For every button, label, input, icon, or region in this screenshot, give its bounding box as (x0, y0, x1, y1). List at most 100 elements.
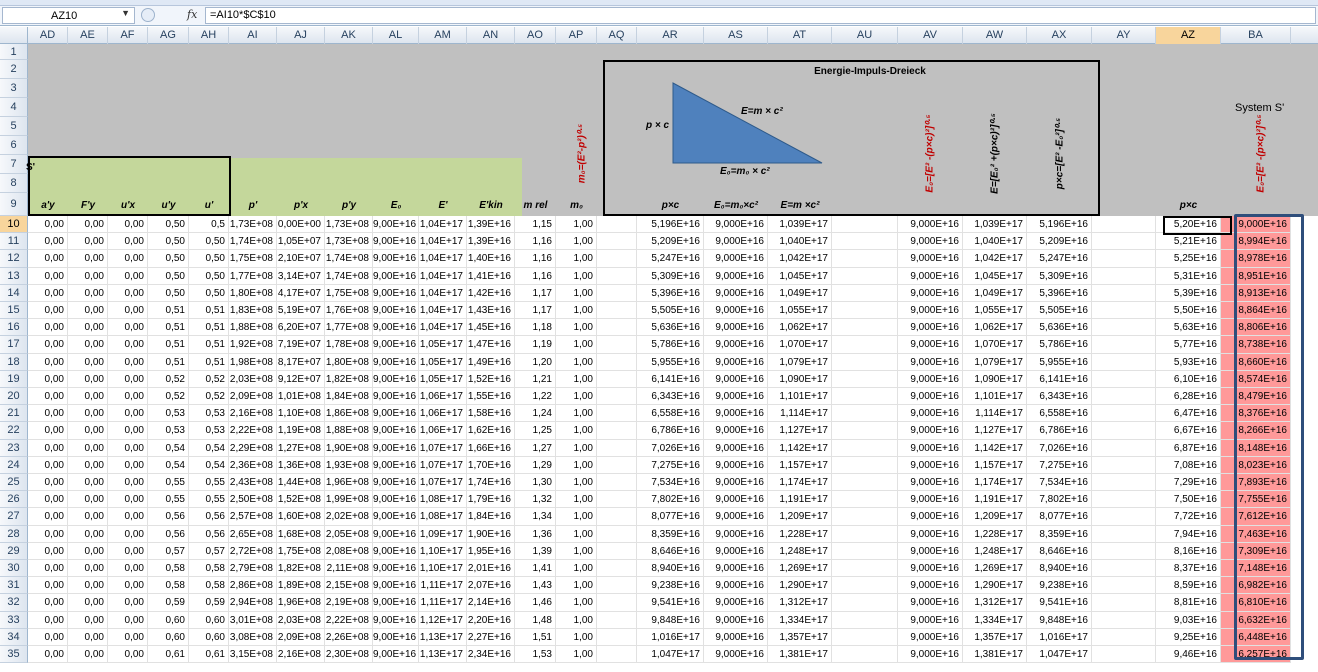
cell-ap30[interactable]: 1,00 (556, 560, 597, 578)
cell-ah15[interactable]: 0,51 (189, 302, 229, 320)
cell-au24[interactable] (832, 456, 898, 474)
cell-ap20[interactable]: 1,00 (556, 388, 597, 406)
cell-az15[interactable]: 5,50E+16 (1156, 302, 1221, 320)
cell-ax12[interactable]: 5,247E+16 (1027, 250, 1092, 268)
row-header-16[interactable]: 16 (0, 319, 28, 337)
cell-ao25[interactable]: 1,30 (515, 474, 556, 492)
cell-aw31[interactable]: 1,290E+17 (963, 577, 1027, 595)
cell-ak31[interactable]: 2,15E+08 (325, 577, 373, 595)
column-header-am[interactable]: AM (419, 27, 467, 44)
cell-ad18[interactable]: 0,00 (28, 353, 68, 371)
cell-ag23[interactable]: 0,54 (148, 439, 189, 457)
cell-an12[interactable]: 1,40E+16 (467, 250, 515, 268)
cell-am23[interactable]: 1,07E+17 (419, 439, 467, 457)
cell-ay16[interactable] (1092, 319, 1156, 337)
cell-an21[interactable]: 1,58E+16 (467, 405, 515, 423)
cell-au22[interactable] (832, 422, 898, 440)
cell-ai31[interactable]: 2,86E+08 (229, 577, 277, 595)
cell-ai11[interactable]: 1,74E+08 (229, 233, 277, 251)
cell-az25[interactable]: 7,29E+16 (1156, 474, 1221, 492)
cell-am31[interactable]: 1,11E+17 (419, 577, 467, 595)
cell-aw18[interactable]: 1,079E+17 (963, 353, 1027, 371)
cell-ah17[interactable]: 0,51 (189, 336, 229, 354)
cell-ak28[interactable]: 2,05E+08 (325, 525, 373, 543)
cell-ax26[interactable]: 7,802E+16 (1027, 491, 1092, 509)
cell-am27[interactable]: 1,08E+17 (419, 508, 467, 526)
cell-at31[interactable]: 1,290E+17 (768, 577, 832, 595)
cell-ao23[interactable]: 1,27 (515, 439, 556, 457)
cell-ak29[interactable]: 2,08E+08 (325, 542, 373, 560)
cell-ak34[interactable]: 2,26E+08 (325, 628, 373, 646)
cell-al22[interactable]: 9,00E+16 (373, 422, 419, 440)
cell-av13[interactable]: 9,000E+16 (898, 267, 963, 285)
cell-af19[interactable]: 0,00 (108, 370, 148, 388)
cell-ay28[interactable] (1092, 525, 1156, 543)
cell-ar33[interactable]: 9,848E+16 (637, 611, 704, 629)
cell-ax30[interactable]: 8,940E+16 (1027, 560, 1092, 578)
row-header-27[interactable]: 27 (0, 508, 28, 526)
cell-ao11[interactable]: 1,16 (515, 233, 556, 251)
cell-ah32[interactable]: 0,59 (189, 594, 229, 612)
cell-at30[interactable]: 1,269E+17 (768, 560, 832, 578)
cell-ae23[interactable]: 0,00 (68, 439, 108, 457)
cell-ae24[interactable]: 0,00 (68, 456, 108, 474)
cell-ae31[interactable]: 0,00 (68, 577, 108, 595)
cell-ag30[interactable]: 0,58 (148, 560, 189, 578)
cell-al18[interactable]: 9,00E+16 (373, 353, 419, 371)
cell-as33[interactable]: 9,000E+16 (704, 611, 768, 629)
cell-ag15[interactable]: 0,51 (148, 302, 189, 320)
cell-af32[interactable]: 0,00 (108, 594, 148, 612)
cell-aq30[interactable] (597, 560, 637, 578)
cell-ag27[interactable]: 0,56 (148, 508, 189, 526)
cell-aq34[interactable] (597, 628, 637, 646)
cell-ah31[interactable]: 0,58 (189, 577, 229, 595)
cell-ag17[interactable]: 0,51 (148, 336, 189, 354)
cell-an24[interactable]: 1,70E+16 (467, 456, 515, 474)
cell-ax22[interactable]: 6,786E+16 (1027, 422, 1092, 440)
cell-as25[interactable]: 9,000E+16 (704, 474, 768, 492)
cell-as12[interactable]: 9,000E+16 (704, 250, 768, 268)
cell-aq17[interactable] (597, 336, 637, 354)
cell-aj19[interactable]: 9,12E+07 (277, 370, 325, 388)
cell-at33[interactable]: 1,334E+17 (768, 611, 832, 629)
cell-ag13[interactable]: 0,50 (148, 267, 189, 285)
cell-aw34[interactable]: 1,357E+17 (963, 628, 1027, 646)
cell-at29[interactable]: 1,248E+17 (768, 542, 832, 560)
column-header-aq[interactable]: AQ (597, 27, 637, 44)
cell-ak11[interactable]: 1,73E+08 (325, 233, 373, 251)
cell-as30[interactable]: 9,000E+16 (704, 560, 768, 578)
cell-as28[interactable]: 9,000E+16 (704, 525, 768, 543)
row-header-31[interactable]: 31 (0, 577, 28, 595)
cell-al31[interactable]: 9,00E+16 (373, 577, 419, 595)
cell-aj11[interactable]: 1,05E+07 (277, 233, 325, 251)
cell-ao28[interactable]: 1,36 (515, 525, 556, 543)
cell-ap27[interactable]: 1,00 (556, 508, 597, 526)
row-header-4[interactable]: 4 (0, 98, 28, 117)
cell-ao15[interactable]: 1,17 (515, 302, 556, 320)
cell-aw28[interactable]: 1,228E+17 (963, 525, 1027, 543)
cell-as18[interactable]: 9,000E+16 (704, 353, 768, 371)
cell-ah23[interactable]: 0,54 (189, 439, 229, 457)
cell-an35[interactable]: 2,34E+16 (467, 646, 515, 664)
cell-al24[interactable]: 9,00E+16 (373, 456, 419, 474)
cell-ai24[interactable]: 2,36E+08 (229, 456, 277, 474)
cell-ah35[interactable]: 0,61 (189, 646, 229, 664)
cell-aw30[interactable]: 1,269E+17 (963, 560, 1027, 578)
column-header-ao[interactable]: AO (515, 27, 556, 44)
cell-au15[interactable] (832, 302, 898, 320)
cell-az35[interactable]: 9,46E+16 (1156, 646, 1221, 664)
cell-ae32[interactable]: 0,00 (68, 594, 108, 612)
cell-aj10[interactable]: 0,00E+00 (277, 216, 325, 234)
cell-an18[interactable]: 1,49E+16 (467, 353, 515, 371)
cell-aw35[interactable]: 1,381E+17 (963, 646, 1027, 664)
cell-ag24[interactable]: 0,54 (148, 456, 189, 474)
cell-ah25[interactable]: 0,55 (189, 474, 229, 492)
cell-ar23[interactable]: 7,026E+16 (637, 439, 704, 457)
cell-ay17[interactable] (1092, 336, 1156, 354)
cell-au28[interactable] (832, 525, 898, 543)
cell-at16[interactable]: 1,062E+17 (768, 319, 832, 337)
cell-au12[interactable] (832, 250, 898, 268)
cell-ax19[interactable]: 6,141E+16 (1027, 370, 1092, 388)
cell-ar19[interactable]: 6,141E+16 (637, 370, 704, 388)
cell-ao22[interactable]: 1,25 (515, 422, 556, 440)
